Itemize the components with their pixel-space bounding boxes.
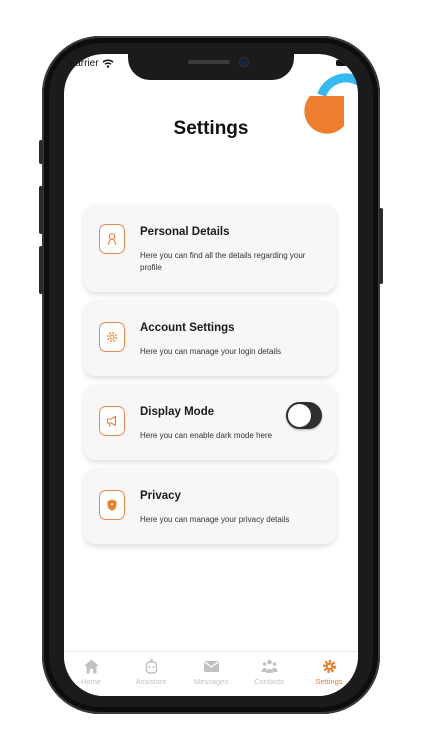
card-description: Here you can enable dark mode here [140, 431, 273, 440]
phone-frame: Carrier Settings Personal Details Here y… [39, 36, 383, 714]
volume-down-button [39, 246, 43, 294]
tab-label: Contacts [254, 677, 284, 686]
dark-mode-toggle[interactable] [286, 402, 322, 429]
card-title: Account Settings [140, 322, 235, 334]
app-screen: Carrier Settings Personal Details Here y… [64, 54, 358, 696]
card-description: Here you can manage your privacy details [140, 515, 290, 524]
card-title: Display Mode [140, 406, 215, 418]
silent-switch [39, 140, 43, 164]
tab-label: Home [80, 677, 101, 686]
megaphone-icon [99, 406, 125, 436]
card-title: Personal Details [140, 226, 230, 238]
robot-icon [145, 659, 157, 674]
volume-up-button [39, 186, 43, 234]
home-icon [83, 659, 99, 674]
toggle-knob [287, 403, 312, 428]
power-button [379, 208, 383, 284]
tab-home[interactable]: Home [64, 658, 120, 686]
tab-label: Messages [193, 677, 229, 686]
gear-icon [322, 660, 336, 673]
card-title: Privacy [140, 490, 181, 502]
envelope-icon [203, 661, 219, 672]
front-camera [240, 58, 248, 66]
tab-label: Assistant [135, 677, 167, 686]
speaker-grille [188, 60, 230, 64]
wifi-icon [102, 59, 114, 68]
carrier-label: Carrier [68, 58, 99, 69]
tab-settings[interactable]: Settings [300, 658, 358, 686]
page-title: Settings [173, 118, 249, 139]
card-description: Here you can manage your login details [140, 347, 281, 356]
gear-icon [99, 322, 125, 352]
tab-assistant[interactable]: Assistant [122, 658, 180, 686]
status-carrier: Carrier [68, 58, 114, 69]
tab-messages[interactable]: Messages [182, 658, 240, 686]
bottom-tab-bar: Home Assistant Messages Contacts Setting… [64, 651, 358, 696]
user-icon [99, 224, 125, 254]
tab-label: Settings [315, 677, 343, 686]
notch [128, 54, 294, 80]
people-icon [261, 659, 277, 673]
card-personal-details[interactable]: Personal Details Here you can find all t… [84, 204, 336, 292]
tab-contacts[interactable]: Contacts [240, 658, 298, 686]
shield-icon [99, 490, 125, 520]
card-privacy[interactable]: Privacy Here you can manage your privacy… [84, 468, 336, 544]
card-description: Here you can find all the details regard… [140, 251, 306, 272]
card-account-settings[interactable]: Account Settings Here you can manage you… [84, 300, 336, 376]
card-display-mode[interactable]: Display Mode Here you can enable dark mo… [84, 384, 336, 460]
